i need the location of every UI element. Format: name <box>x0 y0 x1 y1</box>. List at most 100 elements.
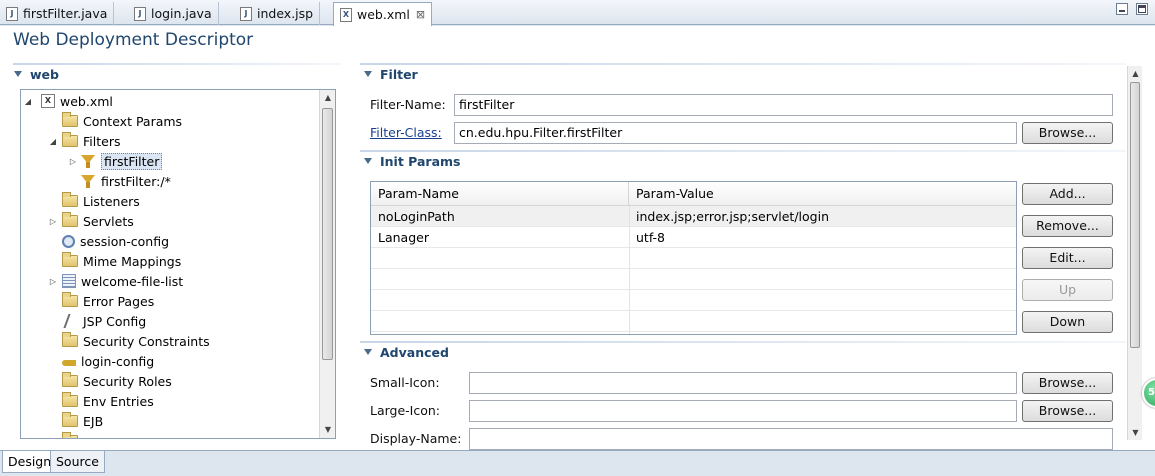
small-icon-label: Small-Icon: <box>370 375 440 390</box>
browse-large-icon-button[interactable]: Browse... <box>1022 400 1113 422</box>
scroll-down-icon[interactable]: ▼ <box>1128 425 1143 440</box>
column-header-param-name[interactable]: Param-Name <box>371 182 629 206</box>
tab-label: index.jsp <box>257 6 314 21</box>
tree-item-jsp-config[interactable]: JSP Config <box>62 311 146 331</box>
tree-scrollbar[interactable]: ▲ ▼ <box>319 90 335 438</box>
expanded-icon[interactable]: ◢ <box>23 91 33 111</box>
tree-item-web-xml[interactable]: ◢ X web.xml <box>25 91 113 111</box>
tab-index-jsp[interactable]: J index.jsp <box>234 2 321 25</box>
browse-class-button[interactable]: Browse... <box>1022 122 1113 144</box>
tree-item-label: welcome-file-list <box>81 273 184 289</box>
tab-firstfilter-java[interactable]: J firstFilter.java <box>0 2 115 25</box>
folder-icon <box>62 212 78 227</box>
expanded-icon[interactable]: ◢ <box>48 131 58 151</box>
section-web-header[interactable]: web <box>8 64 59 84</box>
scroll-thumb[interactable] <box>322 108 333 360</box>
column-header-param-value[interactable]: Param-Value <box>629 182 1016 206</box>
table-row[interactable]: noLoginPath index.jsp;error.jsp;servlet/… <box>371 206 1016 227</box>
section-title: Advanced <box>380 344 449 360</box>
init-params-table[interactable]: Param-Name Param-Value noLoginPath index… <box>370 181 1017 335</box>
folder-icon <box>62 132 78 147</box>
tree-item-env-entries[interactable]: Env Entries <box>62 391 154 411</box>
folder-icon <box>62 252 78 267</box>
display-name-field[interactable] <box>469 428 1113 450</box>
tree-item-mime-mappings[interactable]: Mime Mappings <box>62 251 181 271</box>
tree-item-login-config[interactable]: login-config <box>62 351 154 371</box>
collapse-icon <box>364 158 372 164</box>
tab-login-java[interactable]: J login.java <box>128 2 219 25</box>
scroll-up-icon[interactable]: ▲ <box>320 90 335 106</box>
tree-item-firstfilter-mapping[interactable]: firstFilter:/* <box>80 171 171 191</box>
tree-item-firstfilter[interactable]: ▷ firstFilter <box>70 151 163 171</box>
tree-item-welcome-file-list[interactable]: ▷ welcome-file-list <box>50 271 184 291</box>
tab-label: login.java <box>151 6 212 21</box>
section-header-bg <box>360 341 1126 343</box>
param-name-cell: Lanager <box>378 230 429 245</box>
filter-name-label: Filter-Name: <box>370 97 446 112</box>
editor-content: Web Deployment Descriptor web ◢ X web.xm… <box>0 26 1155 450</box>
scroll-up-icon[interactable]: ▲ <box>1128 66 1143 81</box>
table-row[interactable]: Lanager utf-8 <box>371 227 1016 248</box>
table-row-empty <box>371 248 1016 269</box>
folder-icon <box>62 412 78 427</box>
folder-icon <box>62 292 78 307</box>
folder-icon <box>62 372 78 387</box>
large-icon-field[interactable] <box>469 400 1017 422</box>
tab-web-xml[interactable]: X web.xml ⊠ <box>333 2 433 26</box>
browse-small-icon-button[interactable]: Browse... <box>1022 372 1113 394</box>
section-header-bg <box>360 63 1126 65</box>
folder-icon <box>62 432 78 438</box>
tree-item-filters[interactable]: ◢ Filters <box>50 131 121 151</box>
scroll-down-icon[interactable]: ▼ <box>320 422 335 438</box>
tree-item-label: Context Params <box>83 113 183 129</box>
tree-item-session-config[interactable]: session-config <box>62 231 169 251</box>
section-init-params-header[interactable]: Init Params <box>358 151 461 171</box>
tree-item-label: firstFilter:/* <box>101 173 171 189</box>
add-param-button[interactable]: Add... <box>1022 183 1113 205</box>
tree-item-label: Security Roles <box>83 373 172 389</box>
filter-class-link[interactable]: Filter-Class: <box>370 123 442 143</box>
maximize-icon[interactable] <box>1136 3 1148 15</box>
table-row-empty <box>371 311 1016 332</box>
tree-item-ejb[interactable]: EJB <box>62 411 103 431</box>
tab-design[interactable]: Design <box>2 451 58 473</box>
tree-item-label: Error Pages <box>83 293 155 309</box>
form-scrollbar[interactable]: ▲ ▼ <box>1127 66 1142 440</box>
close-icon[interactable]: ⊠ <box>416 8 425 21</box>
collapsed-icon[interactable]: ▷ <box>68 151 78 171</box>
move-up-button[interactable]: Up <box>1022 279 1113 301</box>
folder-icon <box>62 192 78 207</box>
column-divider <box>629 206 630 334</box>
folder-icon <box>62 332 78 347</box>
collapse-icon <box>14 71 22 77</box>
minimize-icon[interactable] <box>1116 3 1128 15</box>
section-advanced-header[interactable]: Advanced <box>358 342 449 362</box>
tab-label: web.xml <box>357 7 410 22</box>
scroll-thumb[interactable] <box>1130 82 1140 348</box>
move-down-button[interactable]: Down <box>1022 311 1113 333</box>
collapsed-icon[interactable]: ▷ <box>48 271 58 291</box>
section-title: web <box>30 66 59 82</box>
tree-item-label: Filters <box>83 133 121 149</box>
tree-item-context-params[interactable]: Context Params <box>62 111 182 131</box>
small-icon-field[interactable] <box>469 372 1017 394</box>
param-value-cell: utf-8 <box>636 230 666 245</box>
filter-name-field[interactable]: firstFilter <box>454 94 1113 116</box>
descriptor-tree[interactable]: ◢ X web.xml Context Params ◢ Filters ▷ f… <box>20 89 336 439</box>
display-name-label: Display-Name: <box>370 431 462 446</box>
remove-param-button[interactable]: Remove... <box>1022 215 1113 237</box>
tree-item-listeners[interactable]: Listeners <box>62 191 140 211</box>
section-filter-header[interactable]: Filter <box>358 64 418 84</box>
collapsed-icon[interactable]: ▷ <box>48 211 58 231</box>
tab-source[interactable]: Source <box>50 451 105 473</box>
key-icon <box>62 360 76 366</box>
tree-item-servlets[interactable]: ▷ Servlets <box>50 211 134 231</box>
tree-item-label: JSP Config <box>83 313 147 329</box>
filter-class-field[interactable]: cn.edu.hpu.Filter.firstFilter <box>454 122 1017 144</box>
tree-item-security-constraints[interactable]: Security Constraints <box>62 331 210 351</box>
tree-item-error-pages[interactable]: Error Pages <box>62 291 154 311</box>
edit-param-button[interactable]: Edit... <box>1022 247 1113 269</box>
tree-item-security-roles[interactable]: Security Roles <box>62 371 172 391</box>
param-value-cell: index.jsp;error.jsp;servlet/login <box>636 209 829 224</box>
section-title: Filter <box>380 66 418 82</box>
